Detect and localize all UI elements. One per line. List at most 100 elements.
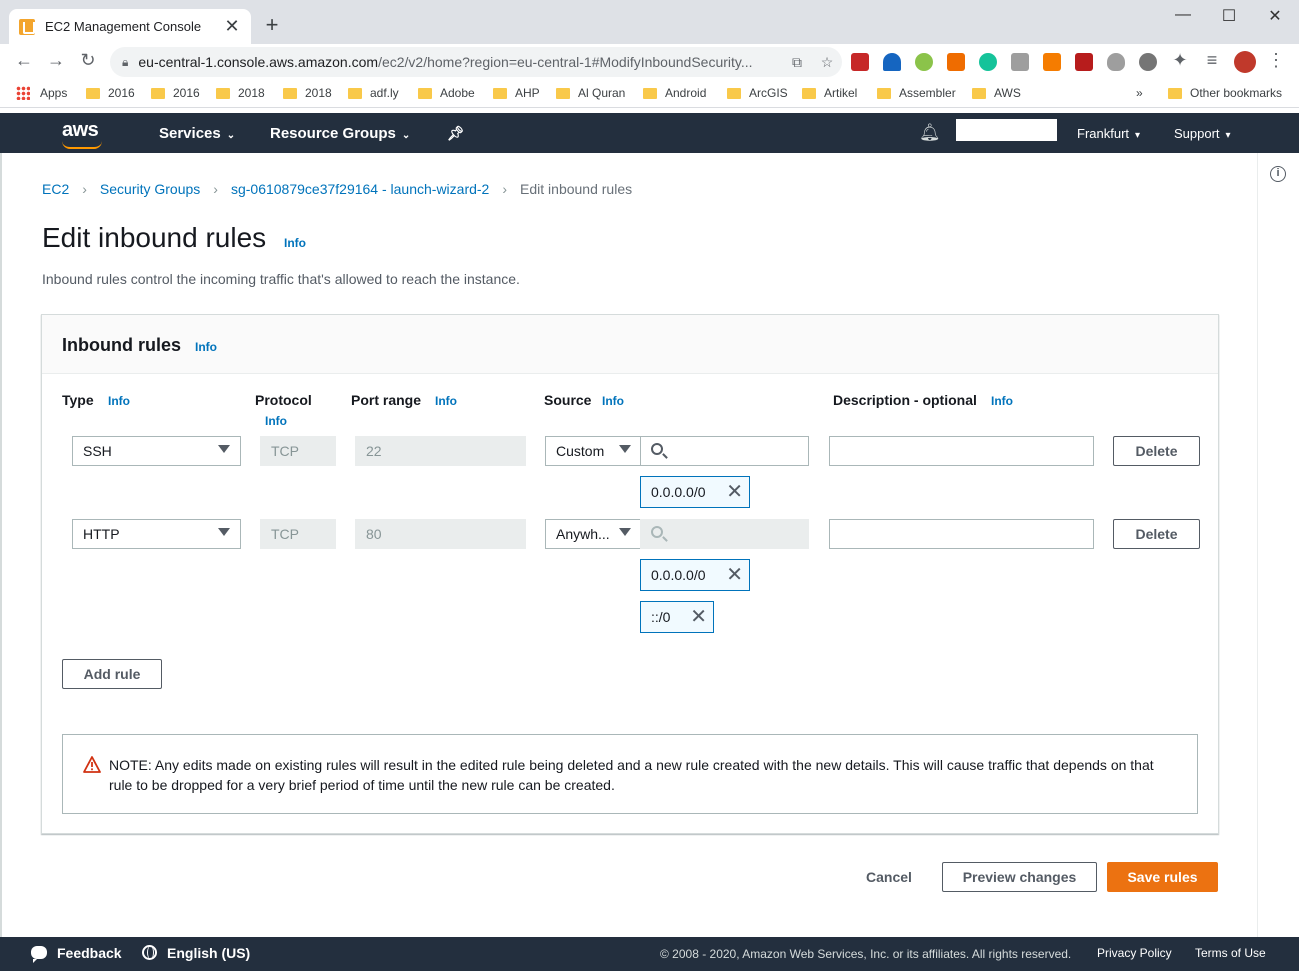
browser-tab[interactable]: EC2 Management Console ✕ — [9, 9, 251, 44]
extension-icon[interactable] — [1075, 53, 1093, 71]
globe-icon — [142, 945, 157, 960]
bookmark-folder[interactable]: adf.ly — [348, 86, 399, 100]
dropdown-arrow-icon — [619, 528, 631, 536]
breadcrumb-separator-icon: › — [213, 181, 218, 197]
more-menu-icon[interactable]: ⋮ — [1264, 50, 1288, 71]
source-mode-value: Anywh... — [556, 526, 610, 542]
breadcrumb-ec2[interactable]: EC2 — [42, 181, 69, 197]
bookmark-other[interactable]: Other bookmarks — [1168, 86, 1282, 100]
language-selector[interactable]: English (US) — [142, 945, 250, 961]
grammarly-icon[interactable] — [979, 53, 997, 71]
panel-title: Inbound rules — [62, 335, 181, 355]
address-bar[interactable]: 🔒︎ eu-central-1.console.aws.amazon.com/e… — [110, 47, 842, 77]
port-range-info-link[interactable]: Info — [435, 394, 457, 408]
account-menu[interactable] — [956, 119, 1057, 141]
feedback-link[interactable]: Feedback — [31, 945, 122, 963]
bell-icon[interactable]: 🔔︎ — [919, 123, 941, 143]
source-search-input[interactable] — [640, 436, 809, 466]
translate-icon[interactable]: ⧉ — [782, 54, 812, 71]
extension-icon[interactable] — [883, 53, 901, 71]
bookmarks-bar: Apps 2016 2016 2018 2018 adf.ly Adobe AH… — [0, 80, 1299, 108]
back-icon[interactable]: ← — [12, 50, 36, 71]
profile-avatar[interactable] — [1234, 51, 1256, 73]
bookmark-apps[interactable]: Apps — [16, 86, 67, 100]
rule-type-select[interactable]: HTTP — [72, 519, 241, 549]
panel-header: Inbound rules Info — [42, 315, 1218, 374]
breadcrumb-security-group-id[interactable]: sg-0610879ce37f29164 - launch-wizard-2 — [231, 181, 489, 197]
add-rule-button[interactable]: Add rule — [62, 659, 162, 689]
lock-icon: 🔒︎ — [122, 54, 129, 69]
bookmark-folder[interactable]: 2016 — [86, 86, 135, 100]
window-close-icon[interactable]: ✕ — [1265, 6, 1285, 26]
rule-source-select[interactable]: Custom — [545, 436, 642, 466]
rule-type-select[interactable]: SSH — [72, 436, 241, 466]
folder-icon — [877, 87, 891, 99]
source-info-link[interactable]: Info — [602, 394, 624, 408]
bookmark-folder[interactable]: 2018 — [283, 86, 332, 100]
protocol-info-link[interactable]: Info — [265, 414, 287, 428]
bookmark-folder[interactable]: ArcGIS — [727, 86, 788, 100]
pin-icon[interactable]: 📌︎ — [447, 125, 465, 142]
delete-rule-button[interactable]: Delete — [1113, 436, 1200, 466]
rule-description-input[interactable] — [829, 519, 1094, 549]
forward-icon[interactable]: → — [44, 50, 68, 71]
folder-icon — [556, 87, 570, 99]
close-tab-icon[interactable]: ✕ — [223, 16, 241, 37]
resource-groups-menu[interactable]: Resource Groups ⌄ — [270, 125, 410, 142]
bookmark-folder[interactable]: 2016 — [151, 86, 200, 100]
dropdown-arrow-icon — [218, 445, 230, 453]
extension-icon[interactable] — [1011, 53, 1029, 71]
bookmark-star-icon[interactable]: ☆ — [812, 54, 842, 71]
bookmark-folder[interactable]: Artikel — [802, 86, 857, 100]
extension-icon[interactable] — [915, 53, 933, 71]
description-info-link[interactable]: Info — [991, 394, 1013, 408]
breadcrumb-security-groups[interactable]: Security Groups — [100, 181, 200, 197]
remove-token-icon[interactable]: ✕ — [726, 565, 743, 585]
bookmark-folder[interactable]: AHP — [493, 86, 540, 100]
bookmark-folder[interactable]: Adobe — [418, 86, 475, 100]
bookmark-folder[interactable]: Al Quran — [556, 86, 625, 100]
extension-icon[interactable] — [947, 53, 965, 71]
folder-icon — [493, 87, 507, 99]
delete-rule-button[interactable]: Delete — [1113, 519, 1200, 549]
services-menu[interactable]: Services ⌄ — [159, 125, 235, 142]
bookmarks-overflow-icon[interactable]: » — [1136, 86, 1143, 100]
privacy-policy-link[interactable]: Privacy Policy — [1097, 946, 1172, 960]
new-tab-icon[interactable]: + — [260, 14, 284, 36]
folder-icon — [216, 87, 230, 99]
bookmark-folder[interactable]: AWS — [972, 86, 1021, 100]
type-info-link[interactable]: Info — [108, 394, 130, 408]
bookmark-folder[interactable]: Assembler — [877, 86, 956, 100]
reload-icon[interactable]: ↻ — [76, 50, 100, 71]
rule-description-input[interactable] — [829, 436, 1094, 466]
cancel-button[interactable]: Cancel — [866, 869, 912, 885]
folder-icon — [1168, 87, 1182, 99]
extensions-puzzle-icon[interactable]: ✦ — [1168, 50, 1192, 71]
extension-icon[interactable] — [1043, 53, 1061, 71]
folder-icon — [727, 87, 741, 99]
preview-changes-button[interactable]: Preview changes — [942, 862, 1097, 892]
remove-token-icon[interactable]: ✕ — [726, 482, 743, 502]
minimize-icon[interactable]: — — [1173, 6, 1193, 24]
extension-icon[interactable] — [1139, 53, 1157, 71]
shield-icon[interactable] — [1107, 53, 1125, 71]
region-menu[interactable]: Frankfurt ▾ — [1077, 126, 1140, 141]
extension-icon[interactable] — [851, 53, 869, 71]
page-description: Inbound rules control the incoming traff… — [42, 271, 520, 287]
browser-tab-bar: EC2 Management Console ✕ + — ☐ ✕ — [0, 0, 1299, 44]
remove-token-icon[interactable]: ✕ — [690, 607, 707, 627]
aws-logo[interactable]: aws — [62, 119, 99, 142]
warning-triangle-icon — [83, 756, 101, 773]
bookmark-folder[interactable]: 2018 — [216, 86, 265, 100]
terms-of-use-link[interactable]: Terms of Use — [1195, 946, 1266, 960]
reading-list-icon[interactable]: ≡ — [1200, 50, 1224, 71]
bookmark-folder[interactable]: Android — [643, 86, 706, 100]
panel-info-link[interactable]: Info — [195, 340, 217, 354]
rule-source-select[interactable]: Anywh... — [545, 519, 642, 549]
maximize-icon[interactable]: ☐ — [1219, 6, 1239, 26]
page-info-link[interactable]: Info — [284, 236, 306, 250]
folder-icon — [283, 87, 297, 99]
info-circle-icon[interactable]: i — [1270, 166, 1286, 182]
support-menu[interactable]: Support ▾ — [1174, 126, 1231, 141]
save-rules-button[interactable]: Save rules — [1107, 862, 1218, 892]
